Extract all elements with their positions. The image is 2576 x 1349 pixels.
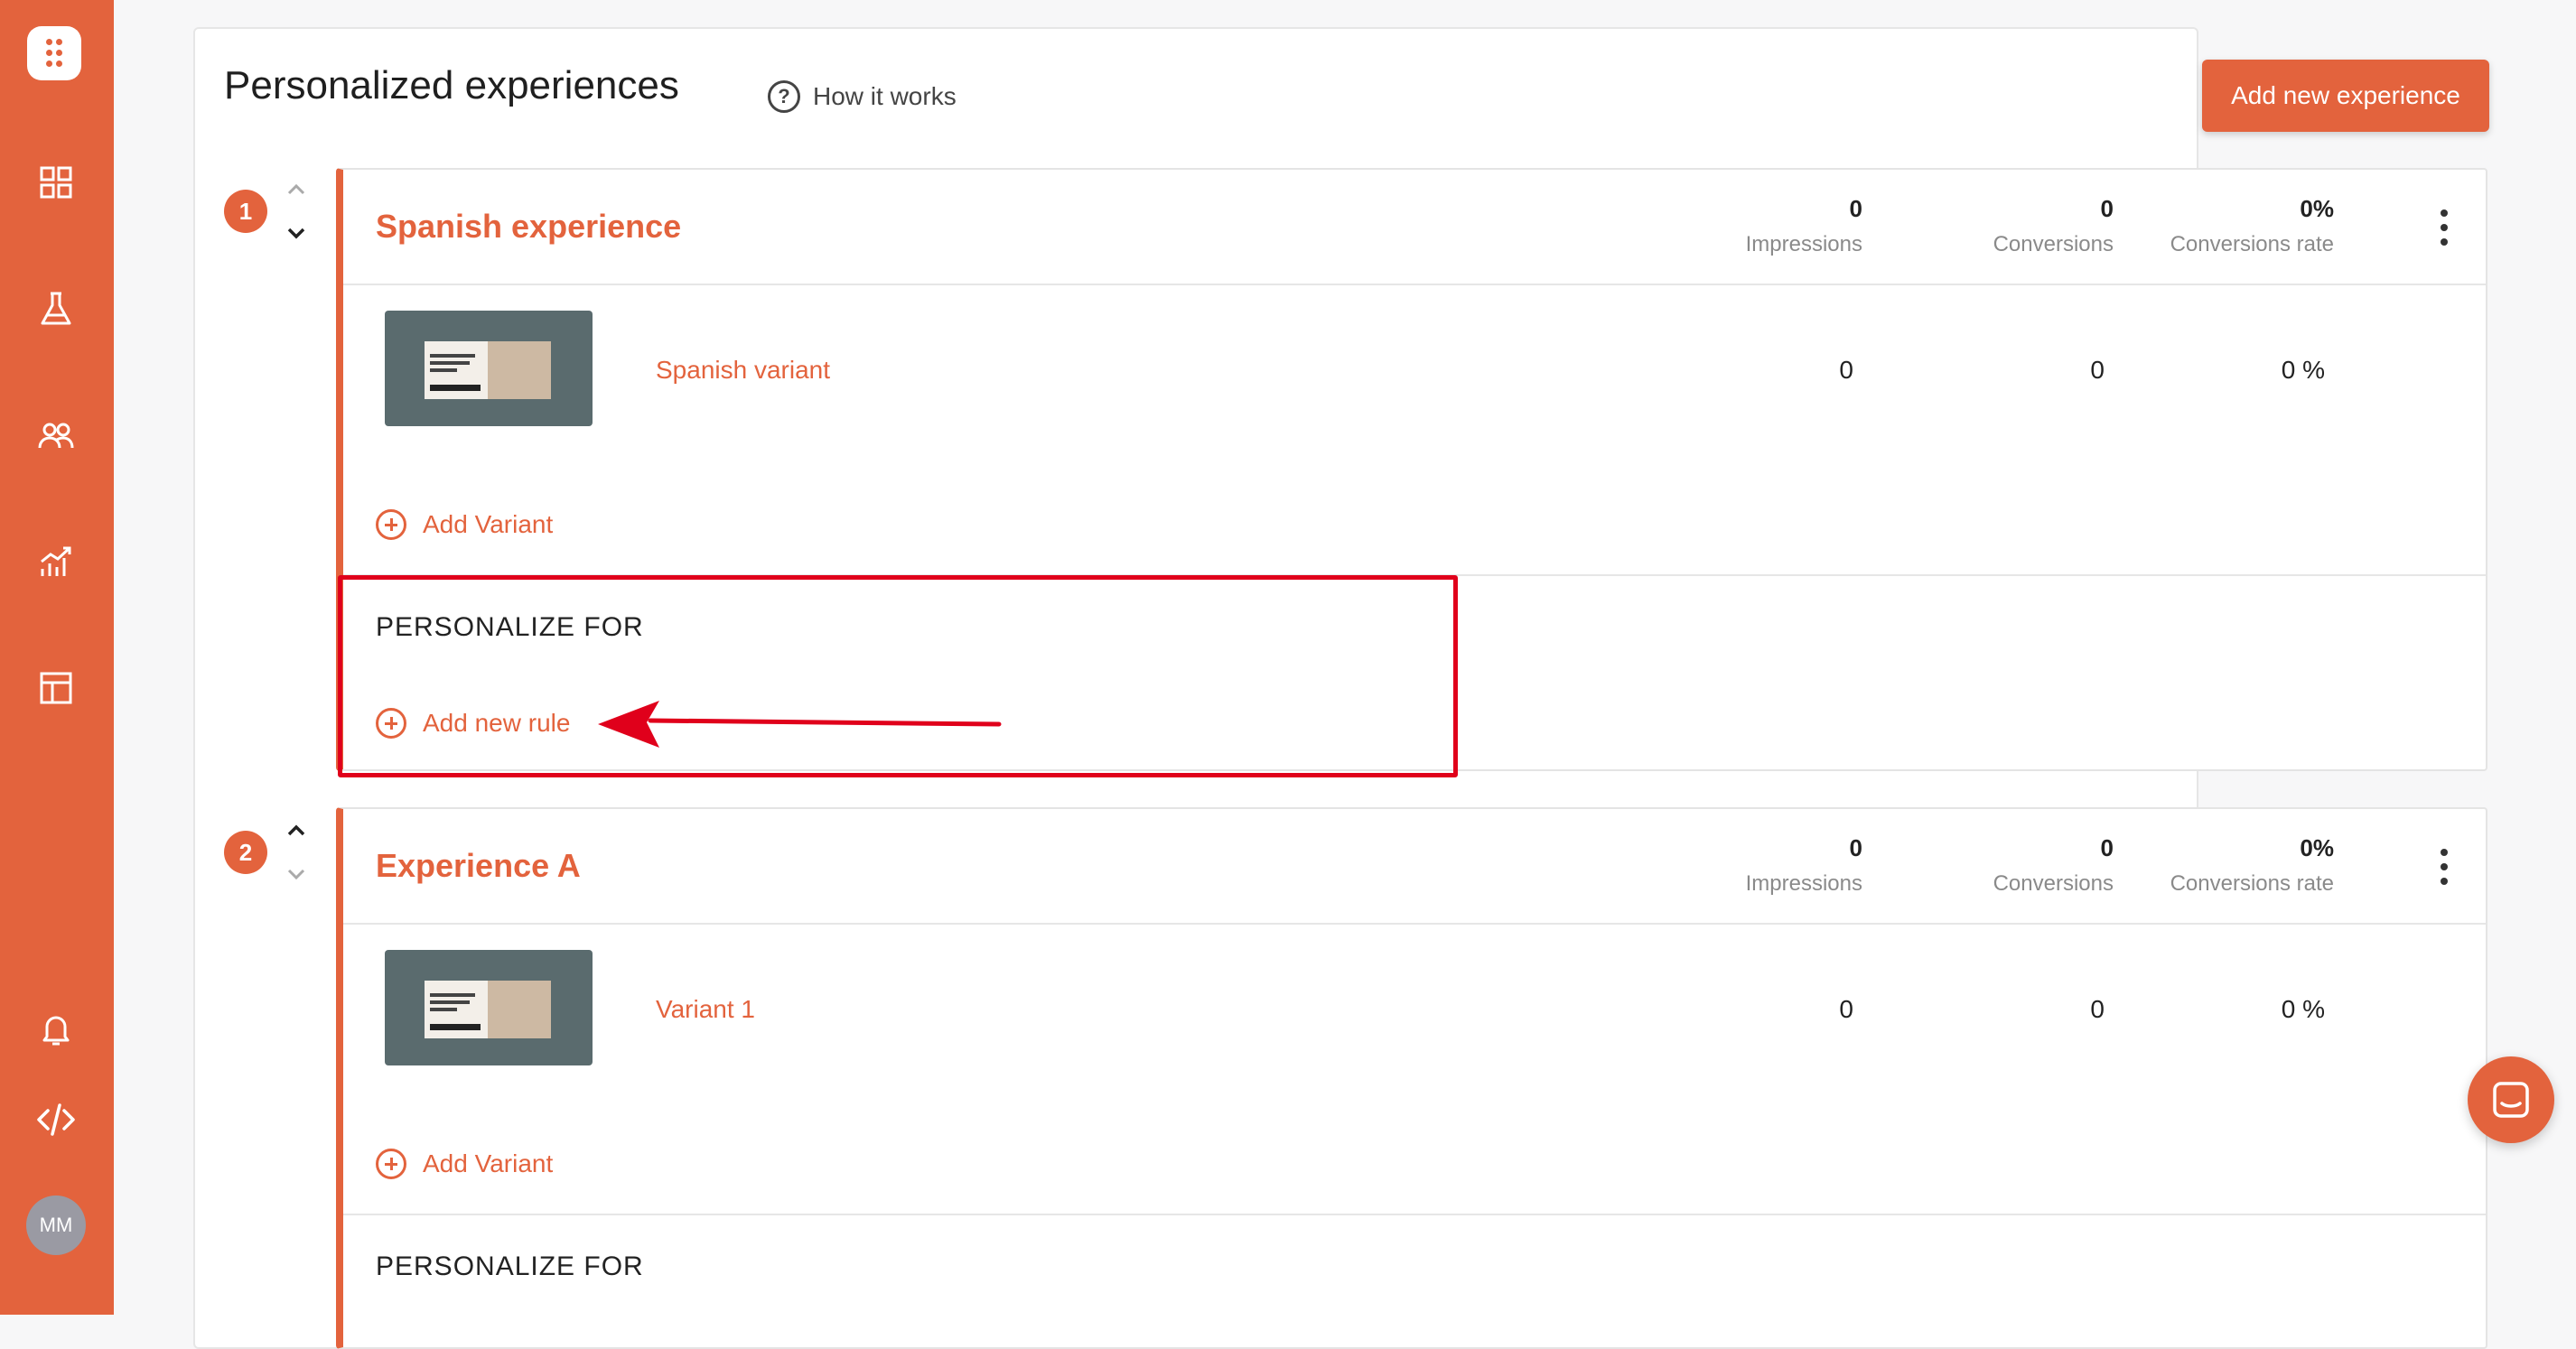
add-variant-button[interactable]: Add Variant bbox=[376, 509, 553, 540]
conversions-label: Conversions bbox=[1993, 232, 2114, 256]
add-variant-label: Add Variant bbox=[423, 510, 554, 538]
variant-thumbnail[interactable] bbox=[385, 950, 593, 1065]
variant-conversion-rate: 0 % bbox=[2281, 995, 2325, 1023]
annotation-arrow bbox=[598, 701, 1002, 748]
chat-launcher-button[interactable] bbox=[2468, 1056, 2554, 1143]
personalize-for-heading: PERSONALIZE FOR bbox=[376, 1251, 644, 1281]
experience-card: Experience A 0 Impressions 0 Conversions… bbox=[336, 807, 2487, 1349]
add-variant-label: Add Variant bbox=[423, 1149, 554, 1177]
impressions-value: 0 bbox=[1849, 195, 1862, 222]
conversion-rate-value: 0% bbox=[2300, 834, 2334, 861]
experience-title[interactable]: Experience A bbox=[376, 847, 581, 885]
impressions-label: Impressions bbox=[1745, 232, 1862, 256]
how-it-works-label: How it works bbox=[813, 82, 957, 110]
more-options-icon[interactable] bbox=[2441, 209, 2450, 246]
add-variant-button[interactable]: Add Variant bbox=[376, 1149, 553, 1179]
code-icon[interactable] bbox=[34, 1098, 78, 1141]
app-logo[interactable] bbox=[27, 26, 81, 80]
conversions-metric: 0 Conversions bbox=[1993, 834, 2114, 897]
sidebar: MM bbox=[0, 0, 114, 1315]
users-icon[interactable] bbox=[34, 414, 78, 457]
variant-impressions: 0 bbox=[1839, 356, 1853, 384]
experience-title[interactable]: Spanish experience bbox=[376, 208, 681, 246]
experience-header: Experience A 0 Impressions 0 Conversions… bbox=[343, 809, 2486, 925]
page-title: Personalized experiences bbox=[224, 63, 679, 107]
layout-icon[interactable] bbox=[34, 666, 78, 710]
impressions-label: Impressions bbox=[1745, 871, 1862, 896]
dashboard-icon[interactable] bbox=[34, 161, 78, 204]
variant-row: Spanish variant 0 0 0 % bbox=[343, 284, 2486, 437]
add-new-experience-button[interactable]: Add new experience bbox=[2202, 60, 2489, 132]
conversion-rate-label: Conversions rate bbox=[2170, 232, 2334, 256]
bell-icon[interactable] bbox=[34, 1008, 78, 1051]
conversions-metric: 0 Conversions bbox=[1993, 195, 2114, 257]
impressions-metric: 0 Impressions bbox=[1746, 834, 1862, 897]
move-down-icon[interactable] bbox=[282, 219, 311, 247]
variant-row: Variant 1 0 0 0 % bbox=[343, 923, 2486, 1076]
help-icon: ? bbox=[768, 80, 800, 113]
conversion-rate-label: Conversions rate bbox=[2170, 871, 2334, 896]
impressions-metric: 0 Impressions bbox=[1746, 195, 1862, 257]
conversion-rate-metric: 0% Conversions rate bbox=[2170, 834, 2334, 897]
variant-conversions: 0 bbox=[2090, 356, 2105, 384]
impressions-value: 0 bbox=[1849, 834, 1862, 861]
variant-impressions: 0 bbox=[1839, 995, 1853, 1023]
conversions-value: 0 bbox=[2100, 195, 2114, 222]
conversion-rate-value: 0% bbox=[2300, 195, 2334, 222]
more-options-icon[interactable] bbox=[2441, 849, 2450, 885]
avatar[interactable]: MM bbox=[26, 1195, 86, 1255]
plus-circle-icon bbox=[376, 509, 406, 540]
chat-icon bbox=[2493, 1082, 2529, 1118]
how-it-works-link[interactable]: ? How it works bbox=[768, 77, 957, 116]
experience-rank-badge: 1 bbox=[224, 190, 267, 233]
analytics-icon[interactable] bbox=[34, 540, 78, 583]
variant-name-link[interactable]: Spanish variant bbox=[656, 356, 830, 385]
variant-name-link[interactable]: Variant 1 bbox=[656, 995, 755, 1024]
variant-conversions: 0 bbox=[2090, 995, 2105, 1023]
flask-icon[interactable] bbox=[34, 287, 78, 330]
plus-circle-icon bbox=[376, 1149, 406, 1179]
variant-thumbnail[interactable] bbox=[385, 311, 593, 426]
move-down-icon[interactable] bbox=[282, 860, 311, 888]
section-divider bbox=[343, 1214, 2486, 1215]
conversion-rate-metric: 0% Conversions rate bbox=[2170, 195, 2334, 257]
conversions-value: 0 bbox=[2100, 834, 2114, 861]
move-up-icon[interactable] bbox=[282, 175, 311, 204]
conversions-label: Conversions bbox=[1993, 871, 2114, 896]
experience-rank-badge: 2 bbox=[224, 831, 267, 874]
experience-header: Spanish experience 0 Impressions 0 Conve… bbox=[343, 170, 2486, 285]
variant-conversion-rate: 0 % bbox=[2281, 356, 2325, 384]
move-up-icon[interactable] bbox=[282, 816, 311, 845]
